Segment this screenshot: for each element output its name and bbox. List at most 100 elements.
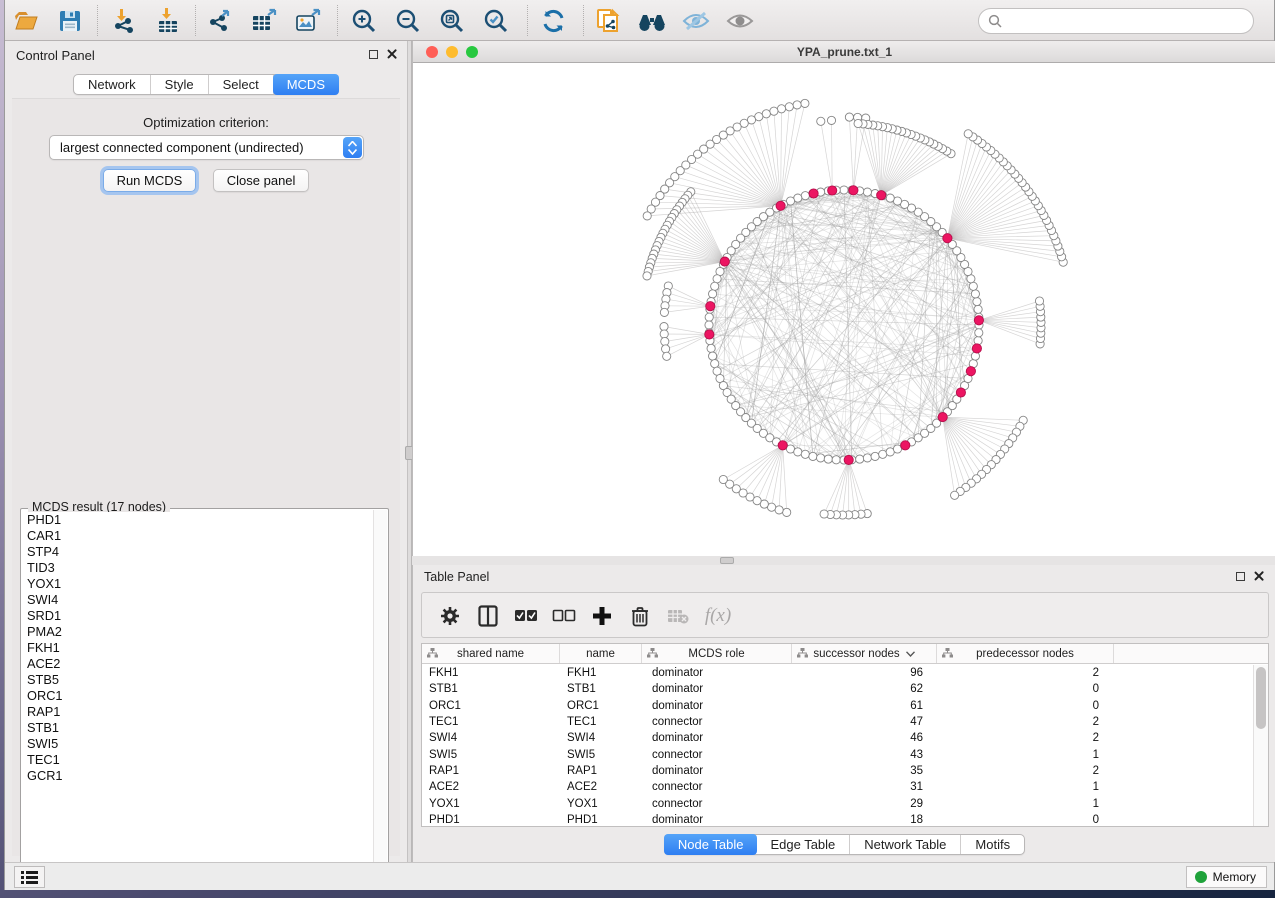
search-input[interactable] (1008, 11, 1253, 31)
table-cell[interactable]: 31 (792, 781, 937, 793)
export-network-button[interactable] (205, 6, 235, 36)
search-field[interactable] (978, 8, 1254, 34)
list-item[interactable]: PHD1 (22, 512, 372, 528)
table-row[interactable]: YOX1YOX1connector291 (422, 795, 1253, 811)
table-cell[interactable]: 35 (792, 765, 937, 777)
table-row[interactable]: ORC1ORC1dominator610 (422, 698, 1253, 714)
table-cell[interactable]: TEC1 (422, 716, 560, 728)
table-cell[interactable]: 0 (937, 700, 1113, 712)
table-cell[interactable]: SWI5 (560, 749, 642, 761)
table-cell[interactable]: dominator (642, 765, 792, 777)
open-session-button[interactable] (11, 6, 41, 36)
table-cell[interactable]: PHD1 (560, 814, 642, 826)
table-cell[interactable]: 62 (792, 683, 937, 695)
table-cell[interactable]: 1 (937, 798, 1113, 810)
table-settings-button[interactable] (436, 602, 464, 630)
table-cell[interactable]: RAP1 (560, 765, 642, 777)
list-item[interactable]: SRD1 (22, 608, 372, 624)
table-cell[interactable]: dominator (642, 683, 792, 695)
add-column-button[interactable] (588, 602, 616, 630)
tab-mcds[interactable]: MCDS (273, 74, 339, 95)
hide-selected-button[interactable] (681, 6, 711, 36)
table-cell[interactable]: dominator (642, 700, 792, 712)
table-cell[interactable]: SWI5 (422, 749, 560, 761)
table-row[interactable]: SWI4SWI4dominator462 (422, 730, 1253, 746)
save-session-button[interactable] (55, 6, 85, 36)
table-cell[interactable]: dominator (642, 732, 792, 744)
tab-node-table[interactable]: Node Table (664, 834, 758, 855)
table-cell[interactable]: SWI4 (422, 732, 560, 744)
table-row[interactable]: STB1STB1dominator620 (422, 681, 1253, 697)
table-cell[interactable]: 43 (792, 749, 937, 761)
table-cell[interactable]: TEC1 (560, 716, 642, 728)
table-cell[interactable]: dominator (642, 667, 792, 679)
table-cell[interactable]: RAP1 (422, 765, 560, 777)
list-item[interactable]: RAP1 (22, 704, 372, 720)
import-table-button[interactable] (153, 6, 183, 36)
table-cell[interactable]: 2 (937, 765, 1113, 777)
table-row[interactable]: RAP1RAP1dominator352 (422, 763, 1253, 779)
table-cell[interactable]: 2 (937, 732, 1113, 744)
zoom-selected-button[interactable] (481, 6, 511, 36)
show-all-button[interactable] (725, 6, 755, 36)
table-cell[interactable]: dominator (642, 814, 792, 826)
horizontal-splitter[interactable] (412, 556, 1275, 565)
list-item[interactable]: CAR1 (22, 528, 372, 544)
table-cell[interactable]: 96 (792, 667, 937, 679)
network-canvas[interactable] (413, 63, 1275, 556)
tab-style[interactable]: Style (151, 75, 209, 94)
table-row[interactable]: TEC1TEC1connector472 (422, 714, 1253, 730)
zoom-out-button[interactable] (393, 6, 423, 36)
export-image-button[interactable] (293, 6, 323, 36)
column-header-predecessor-nodes[interactable]: predecessor nodes (937, 644, 1114, 663)
list-item[interactable]: STP4 (22, 544, 372, 560)
table-cell[interactable]: FKH1 (422, 667, 560, 679)
table-cell[interactable]: 29 (792, 798, 937, 810)
export-table-button[interactable] (249, 6, 279, 36)
import-network-button[interactable] (109, 6, 139, 36)
table-cell[interactable]: 2 (937, 667, 1113, 679)
table-cell[interactable]: connector (642, 716, 792, 728)
tab-motifs[interactable]: Motifs (961, 835, 1024, 854)
table-cell[interactable]: connector (642, 781, 792, 793)
mcds-result-list[interactable]: PHD1CAR1STP4TID3YOX1SWI4SRD1PMA2FKH1ACE2… (22, 512, 372, 872)
list-item[interactable]: PMA2 (22, 624, 372, 640)
float-panel-icon[interactable] (369, 50, 378, 59)
table-cell[interactable]: ORC1 (422, 700, 560, 712)
list-item[interactable]: FKH1 (22, 640, 372, 656)
close-panel-button[interactable]: Close panel (213, 169, 310, 192)
list-item[interactable]: SWI5 (22, 736, 372, 752)
list-item[interactable]: YOX1 (22, 576, 372, 592)
scrollbar-thumb[interactable] (1256, 667, 1266, 729)
table-cell[interactable]: FKH1 (560, 667, 642, 679)
table-cell[interactable]: connector (642, 798, 792, 810)
table-cell[interactable]: 61 (792, 700, 937, 712)
table-cell[interactable]: YOX1 (422, 798, 560, 810)
list-item[interactable]: STB5 (22, 672, 372, 688)
mcds-result-scrollbar[interactable] (373, 510, 387, 872)
list-item[interactable]: GCR1 (22, 768, 372, 784)
table-scrollbar[interactable] (1253, 665, 1268, 826)
list-item[interactable]: STB1 (22, 720, 372, 736)
split-view-button[interactable] (474, 602, 502, 630)
close-panel-icon[interactable] (387, 49, 397, 59)
tab-network[interactable]: Network (74, 75, 151, 94)
zoom-fit-button[interactable] (437, 6, 467, 36)
list-item[interactable]: SWI4 (22, 592, 372, 608)
tab-select[interactable]: Select (209, 75, 274, 94)
table-cell[interactable]: 1 (937, 781, 1113, 793)
zoom-in-button[interactable] (349, 6, 379, 36)
table-cell[interactable]: YOX1 (560, 798, 642, 810)
splitter-grip-icon[interactable] (720, 557, 734, 564)
delete-column-button[interactable] (626, 602, 654, 630)
list-item[interactable]: ACE2 (22, 656, 372, 672)
copy-network-view-button[interactable] (593, 6, 623, 36)
tab-network-table[interactable]: Network Table (850, 835, 961, 854)
table-cell[interactable]: 46 (792, 732, 937, 744)
table-cell[interactable]: 47 (792, 716, 937, 728)
memory-button[interactable]: Memory (1186, 866, 1267, 888)
table-cell[interactable]: 0 (937, 814, 1113, 826)
table-cell[interactable]: ACE2 (560, 781, 642, 793)
refresh-button[interactable] (539, 6, 569, 36)
table-cell[interactable]: STB1 (560, 683, 642, 695)
